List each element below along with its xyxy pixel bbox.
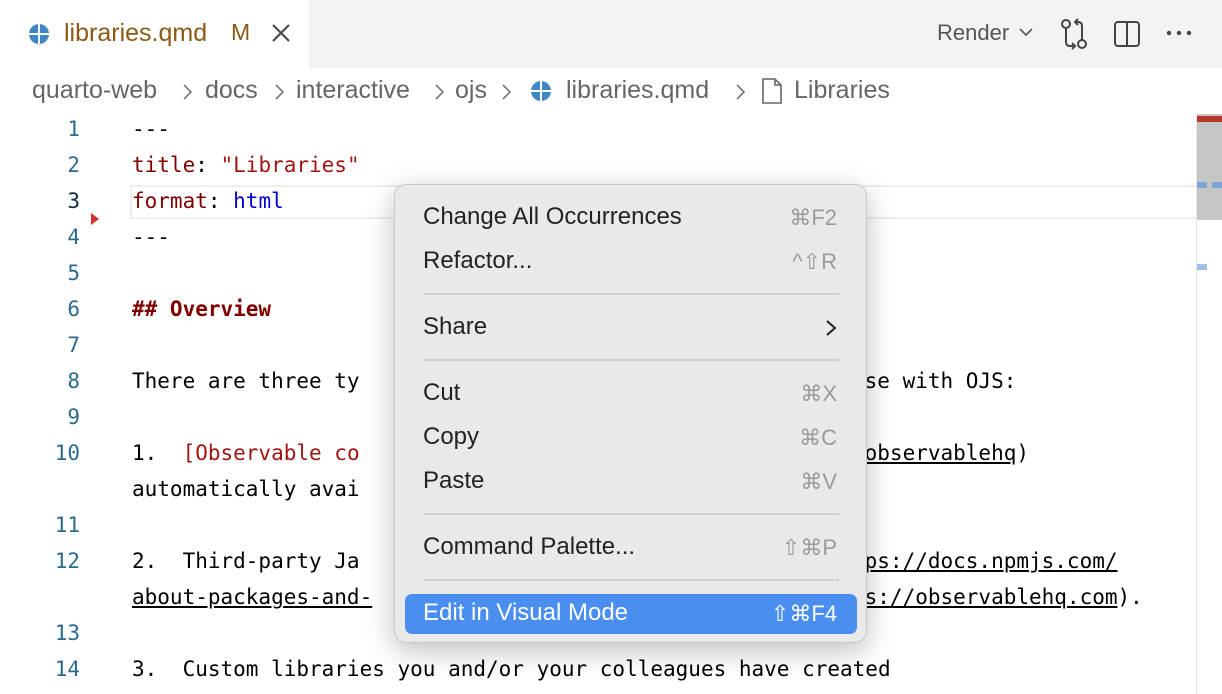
code-line: 3. Custom libraries you and/or your coll… — [132, 657, 891, 681]
breakpoint-icon[interactable] — [90, 212, 100, 226]
more-icon[interactable] — [1165, 26, 1193, 40]
chevron-right-icon — [275, 84, 285, 100]
line-number: 9 — [67, 405, 80, 429]
tab-libraries-qmd[interactable]: libraries.qmd M — [0, 0, 309, 68]
chevron-right-icon — [183, 84, 193, 100]
chevron-right-icon — [502, 84, 512, 100]
shortcut-label: ⌘V — [800, 469, 837, 494]
line-number: 14 — [54, 657, 80, 681]
ruler-marker — [1197, 116, 1222, 122]
menu-divider — [423, 513, 839, 515]
file-icon — [762, 78, 782, 104]
ruler-marker — [1197, 264, 1207, 270]
menu-item-command-palette[interactable]: Command Palette... ⇧⌘P — [405, 528, 857, 568]
shortcut-label: ⇧⌘P — [781, 535, 837, 560]
chevron-right-icon — [826, 320, 837, 336]
code-line: ps://observablehq.com). — [852, 585, 1143, 609]
line-number: 6 — [67, 297, 80, 321]
breadcrumb-item-ojs[interactable]: ojs — [455, 76, 487, 105]
context-menu: Change All Occurrences ⌘F2 Refactor... ^… — [394, 184, 867, 643]
ruler-marker — [1197, 182, 1207, 188]
line-number: 2 — [67, 153, 80, 177]
line-number: 1 — [67, 117, 80, 141]
code-line: ## Overview — [132, 297, 272, 321]
line-number: 11 — [54, 513, 80, 537]
globe-icon — [29, 24, 49, 44]
menu-divider — [423, 293, 839, 295]
line-number: 5 — [67, 261, 80, 285]
modified-indicator: M — [231, 19, 251, 45]
code-line: --- — [132, 117, 170, 141]
breadcrumb-item-quarto-web[interactable]: quarto-web — [32, 76, 157, 105]
code-line: format: html — [132, 189, 284, 213]
line-number: 13 — [54, 621, 80, 645]
code-line: /observablehq) — [852, 441, 1030, 465]
breadcrumb-item-section[interactable]: Libraries — [794, 76, 890, 105]
code-line: tps://docs.npmjs.com/ — [852, 549, 1118, 573]
shortcut-label: ^⇧R — [792, 249, 837, 274]
menu-item-edit-in-visual-mode[interactable]: Edit in Visual Mode ⇧⌘F4 — [405, 594, 857, 634]
line-number: 12 — [54, 549, 80, 573]
code-line: automatically avai — [132, 477, 360, 501]
scrollbar-thumb[interactable] — [1197, 114, 1222, 220]
menu-item-refactor[interactable]: Refactor... ^⇧R — [405, 242, 857, 282]
code-line: about-packages-and- — [132, 585, 373, 609]
shortcut-label: ⌘C — [799, 425, 837, 450]
breadcrumb-item-docs[interactable]: docs — [205, 76, 258, 105]
menu-divider — [423, 579, 839, 581]
close-icon[interactable] — [270, 22, 292, 44]
menu-divider — [423, 359, 839, 361]
line-number: 4 — [67, 225, 80, 249]
line-number: 10 — [54, 441, 80, 465]
editor-tab-bar: libraries.qmd M Render — [0, 0, 1222, 68]
split-editor-icon[interactable] — [1113, 20, 1141, 48]
chevron-down-icon[interactable] — [1018, 26, 1034, 38]
ruler-marker — [1212, 182, 1222, 188]
menu-item-change-all-occurrences[interactable]: Change All Occurrences ⌘F2 — [405, 198, 857, 238]
chevron-right-icon — [736, 84, 746, 100]
breadcrumb-item-file[interactable]: libraries.qmd — [566, 76, 709, 105]
code-line: use with OJS: — [852, 369, 1017, 393]
line-number: 8 — [67, 369, 80, 393]
line-number: 7 — [67, 333, 80, 357]
menu-item-copy[interactable]: Copy ⌘C — [405, 418, 857, 458]
menu-item-cut[interactable]: Cut ⌘X — [405, 374, 857, 414]
shortcut-label: ⇧⌘F4 — [770, 601, 837, 626]
shortcut-label: ⌘X — [800, 381, 837, 406]
line-number: 3 — [67, 189, 80, 213]
code-line: 2. Third-party Ja — [132, 549, 360, 573]
code-line: title: "Libraries" — [132, 153, 360, 177]
globe-icon — [531, 81, 551, 101]
breadcrumb: quarto-web docs interactive ojs librarie… — [0, 68, 1222, 114]
chevron-right-icon — [435, 84, 445, 100]
code-line: 1. [Observable co — [132, 441, 360, 465]
menu-item-paste[interactable]: Paste ⌘V — [405, 462, 857, 502]
breadcrumb-item-interactive[interactable]: interactive — [296, 76, 410, 105]
render-button[interactable]: Render — [937, 20, 1009, 46]
tab-label: libraries.qmd — [64, 19, 208, 47]
shortcut-label: ⌘F2 — [789, 205, 837, 230]
code-line: There are three ty — [132, 369, 360, 393]
git-compare-icon[interactable] — [1059, 18, 1089, 50]
menu-item-share[interactable]: Share — [405, 308, 857, 348]
code-line: --- — [132, 225, 170, 249]
